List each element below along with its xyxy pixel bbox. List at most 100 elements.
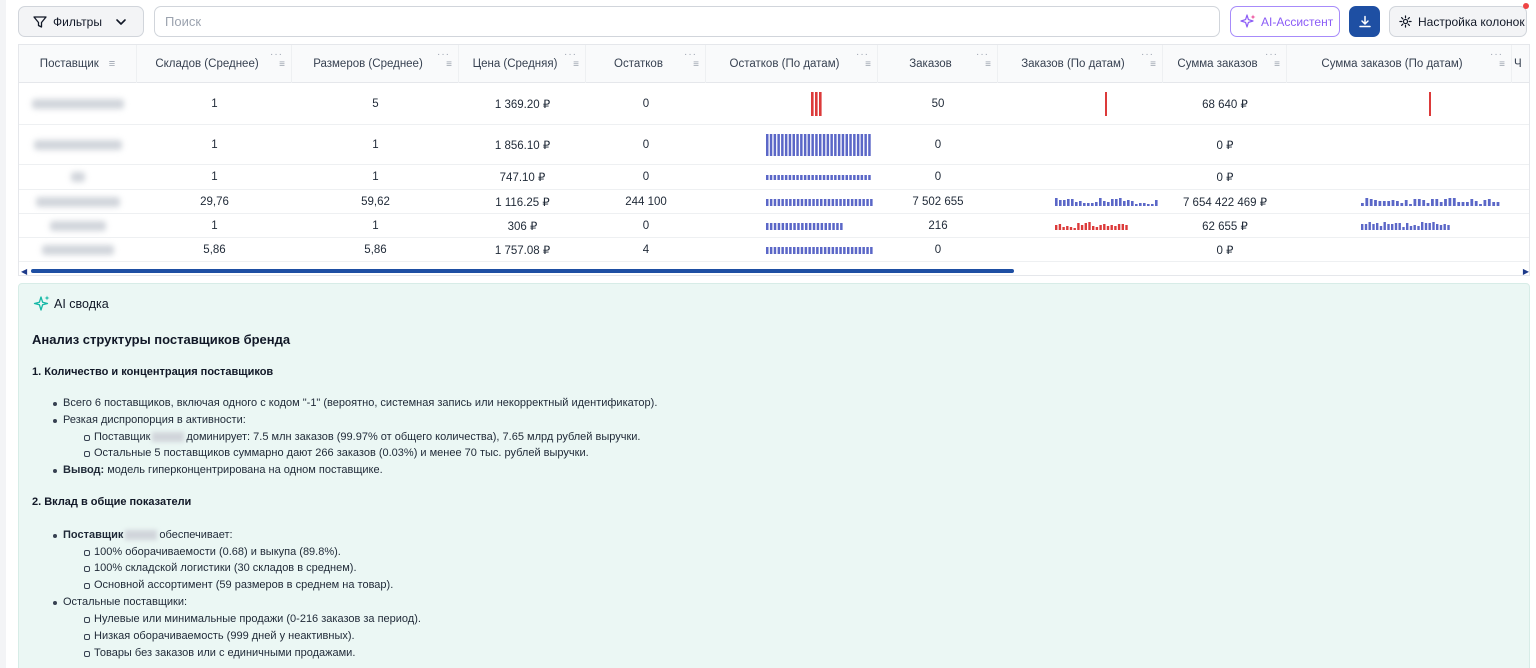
column-menu-icon[interactable]: ≡	[1499, 60, 1505, 70]
sizes-cell: 5,86	[364, 243, 387, 256]
sparkline-bar	[1088, 222, 1091, 230]
warehouses-cell: 5,86	[203, 243, 226, 256]
sparkline-bar	[1396, 201, 1399, 206]
sparkline-bar	[843, 198, 846, 206]
warehouses-cell: 1	[211, 219, 218, 232]
stock-cell: 0	[642, 138, 650, 151]
sparkline-bar	[808, 198, 811, 206]
scroll-right-icon[interactable]: ▶	[1523, 267, 1529, 275]
sparkline-bar	[840, 222, 843, 230]
sparkline-bar	[1391, 224, 1394, 230]
col-header-order-sum-by-dates[interactable]: Сумма заказов (По датам) ··· ≡	[1287, 45, 1512, 83]
sparkline-bar	[784, 134, 788, 156]
col-header-label: Остатков	[614, 58, 663, 70]
column-menu-icon[interactable]: ≡	[865, 60, 871, 70]
table-row[interactable]: 5,86 5,86 1 757.08 ₽ 4 0 0 ₽	[19, 238, 1529, 262]
column-menu-icon[interactable]: ≡	[693, 60, 699, 70]
list-item: Поставщик доминирует: 7.5 млн заказов (99…	[83, 431, 640, 443]
sparkline-bar	[1417, 226, 1420, 230]
search-input[interactable]: Поиск	[154, 6, 1220, 37]
sparkline	[811, 92, 822, 116]
sparkline-bar	[1069, 227, 1073, 230]
ai-assistant-button[interactable]: AI-Ассистент	[1230, 6, 1340, 37]
col-header-sizes[interactable]: Размеров (Среднее) ··· ≡	[292, 45, 459, 83]
warehouses-cell: 1	[211, 171, 218, 183]
sparkline-bar	[1135, 204, 1138, 206]
col-header-warehouses[interactable]: Складов (Среднее) ··· ≡	[137, 45, 292, 83]
download-button[interactable]	[1349, 6, 1380, 37]
sparkline-bar	[822, 134, 826, 156]
list-item-bold: Поставщик	[63, 529, 124, 541]
column-menu-icon[interactable]: ≡	[985, 60, 991, 70]
sparkline-bar	[819, 92, 822, 116]
sparkline	[766, 134, 871, 156]
col-header-truncated[interactable]: Ч	[1512, 45, 1529, 83]
sparkline-bar	[1429, 92, 1431, 116]
price-cell: 1 856.10 ₽	[494, 139, 551, 152]
col-header-label: Размеров (Среднее)	[313, 58, 423, 70]
scroll-left-icon[interactable]: ◀	[21, 267, 27, 275]
col-header-label: Поставщик	[39, 58, 99, 70]
sparkline-bar	[1378, 201, 1382, 206]
order-sum-cell: 0 ₽	[1216, 172, 1234, 184]
download-icon	[1358, 15, 1371, 27]
col-header-price[interactable]: Цена (Средняя) ··· ≡	[459, 45, 586, 83]
list-item: Низкая оборачиваемость (999 дней у неакт…	[84, 630, 355, 642]
sparkline-bar	[827, 198, 831, 206]
column-menu-icon[interactable]: ≡	[109, 58, 115, 70]
col-header-stock-by-dates[interactable]: Остатков (По датам) ··· ≡	[706, 45, 878, 83]
section-2-title: 2. Вклад в общие показатели	[32, 496, 192, 508]
filters-button[interactable]: Фильтры	[18, 6, 144, 37]
price-cell: 1 757.08 ₽	[494, 244, 551, 257]
column-menu-icon[interactable]: ≡	[279, 60, 285, 70]
sparkline-bar	[822, 175, 826, 180]
sparkline-bar	[850, 246, 854, 254]
sparkline-bar	[800, 134, 803, 156]
col-header-supplier[interactable]: Поставщик ≡	[19, 45, 137, 83]
sparkline-bar	[793, 222, 796, 230]
col-header-orders[interactable]: Заказов ··· ≡	[878, 45, 998, 83]
column-menu-icon[interactable]: ≡	[1150, 60, 1156, 70]
sparkline-bar	[866, 198, 869, 206]
table-row[interactable]: 1 5 1 369.20 ₽ 0 50 68 640 ₽	[19, 83, 1529, 125]
sparkline-bar	[1062, 227, 1065, 230]
sizes-cell: 5	[372, 97, 379, 110]
sparkline-bar	[1067, 199, 1070, 206]
sparkline-bar	[781, 134, 784, 156]
orders-cell: 0	[934, 138, 942, 151]
sparkline-bar	[854, 198, 858, 206]
table-row[interactable]: 1 1 747.10 ₽ 0 0 0 ₽	[19, 165, 1529, 190]
sparkline-bar	[801, 222, 804, 230]
sparkline-bar	[862, 246, 865, 254]
col-header-order-sum[interactable]: Сумма заказов ··· ≡	[1163, 45, 1287, 83]
sparkline-bar	[1448, 198, 1452, 206]
sparkline-bar	[800, 198, 804, 206]
sizes-cell: 1	[372, 138, 379, 151]
sparkline-bar	[1107, 202, 1110, 206]
column-menu-icon[interactable]: ≡	[1274, 60, 1280, 70]
col-header-stock[interactable]: Остатков ··· ≡	[586, 45, 706, 83]
horizontal-scrollbar[interactable]: ◀ ▶	[19, 267, 1529, 275]
order-sum-cell: 68 640 ₽	[1202, 98, 1248, 111]
scrollbar-thumb[interactable]	[31, 269, 1014, 273]
sparkline-bar	[773, 246, 777, 254]
sparkline-bar	[773, 198, 777, 206]
table-row[interactable]: 29,76 59,62 1 116.25 ₽ 244 100 7 502 655 7 65…	[19, 190, 1529, 214]
ai-summary-header: AI сводка	[32, 294, 109, 314]
sparkline-bar	[812, 198, 815, 206]
sparkline-bar	[789, 222, 792, 230]
sparkline-bar	[837, 175, 841, 180]
sparkline-bar	[1117, 224, 1121, 230]
col-header-orders-by-dates[interactable]: Заказов (По датам) ··· ≡	[998, 45, 1163, 83]
table-row[interactable]: 1 1 306 ₽ 0 216 62 655 ₽	[19, 214, 1529, 238]
sparkline-bar	[793, 246, 796, 254]
sparkline-bar	[1099, 198, 1102, 206]
column-settings-button[interactable]: Настройка колонок	[1389, 3, 1529, 37]
filters-label: Фильтры	[53, 14, 102, 29]
sparkline-bar	[1114, 226, 1117, 230]
sparkline-bar	[1461, 202, 1465, 206]
table-row[interactable]: 1 1 1 856.10 ₽ 0 0 0 ₽	[19, 125, 1529, 165]
column-menu-icon[interactable]: ≡	[446, 60, 452, 70]
sparkline-bar	[1383, 222, 1386, 230]
column-menu-icon[interactable]: ≡	[573, 60, 579, 70]
